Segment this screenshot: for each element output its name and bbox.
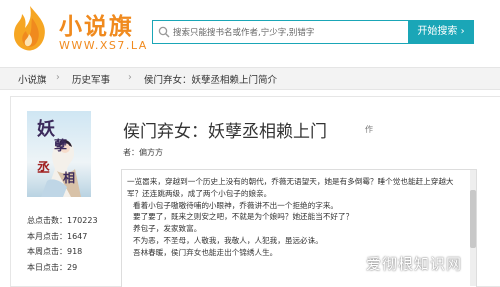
intro-text: 一览嚣来，穿越到一个历史上没有的朝代，乔薇无语望天，她是有多倒霉？睡个觉也能赶上…	[127, 176, 465, 259]
cover-title-char: 丞	[37, 161, 51, 176]
search-input[interactable]: 搜索只能搜书名或作者,宁少字,别错字	[152, 20, 408, 44]
cover-title-char: 妖	[37, 119, 55, 140]
intro-line: 不为恶，不圣母，人敬我，我敬人，人犯我，虽远必诛。	[133, 235, 323, 245]
search-button[interactable]: 开始搜索 ›	[408, 20, 474, 44]
intro-line: 军？还连跳两级，成了两个小包子的娘亲。	[127, 188, 272, 198]
stat-day-clicks: 本日点击：29	[27, 262, 78, 272]
intro-line: 养包子，发家致富。	[133, 224, 202, 234]
cover-title-char: 相	[63, 171, 76, 185]
intro-line: 要了要了，既来之则安之吧，不就是为个娘吗？她还能当不好了？	[133, 212, 354, 222]
book-title-suffix: 作	[365, 125, 373, 134]
breadcrumb-category[interactable]: 历史军事	[72, 72, 110, 86]
breadcrumb: 小说旗 › 历史军事 › 侯门弃女：妖孽丞相赖上门简介	[0, 67, 500, 90]
intro-scrollbar[interactable]	[470, 170, 476, 286]
stat-month-clicks: 本月点击：1647	[27, 231, 88, 241]
intro-line: 一览嚣来，穿越到一个历史上没有的朝代，乔薇无语望天，她是有多倒霉？睡个觉也能赶上…	[127, 177, 454, 186]
watermark: 爱彻根知识网	[366, 255, 463, 273]
site-logo-url: WWW.XS7.LA	[59, 39, 148, 52]
intro-line: 看着小包子嗷嗷待哺的小眼神，乔薇讲不出一个拒绝的字来。	[133, 200, 339, 210]
search-placeholder: 搜索只能搜书名或作者,宁少字,别错字	[173, 28, 315, 38]
book-title: 侯门弃女：妖孽丞相赖上门	[123, 122, 327, 142]
breadcrumb-home[interactable]: 小说旗	[18, 72, 47, 86]
search-icon	[158, 26, 170, 38]
flame-logo-icon[interactable]	[8, 4, 52, 54]
breadcrumb-separator: ›	[56, 72, 60, 83]
scrollbar-thumb[interactable]	[470, 190, 476, 248]
book-cover[interactable]: 妖 孽 丞 相	[27, 111, 91, 197]
site-header: 小说旗 WWW.XS7.LA 搜索只能搜书名或作者,宁少字,别错字 开始搜索 ›	[0, 0, 500, 62]
book-author[interactable]: 者：偏方方	[123, 147, 163, 158]
breadcrumb-separator: ›	[128, 72, 132, 83]
site-logo-text[interactable]: 小说旗	[59, 7, 134, 41]
cover-title-char: 孽	[54, 139, 68, 154]
book-stats: 总点击数：170223 本月点击：1647 本周点击：918 本日点击：29	[27, 215, 98, 277]
stat-week-clicks: 本周点击：918	[27, 247, 83, 256]
breadcrumb-current: 侯门弃女：妖孽丞相赖上门简介	[144, 75, 278, 86]
stat-total-clicks: 总点击数：170223	[27, 216, 98, 225]
